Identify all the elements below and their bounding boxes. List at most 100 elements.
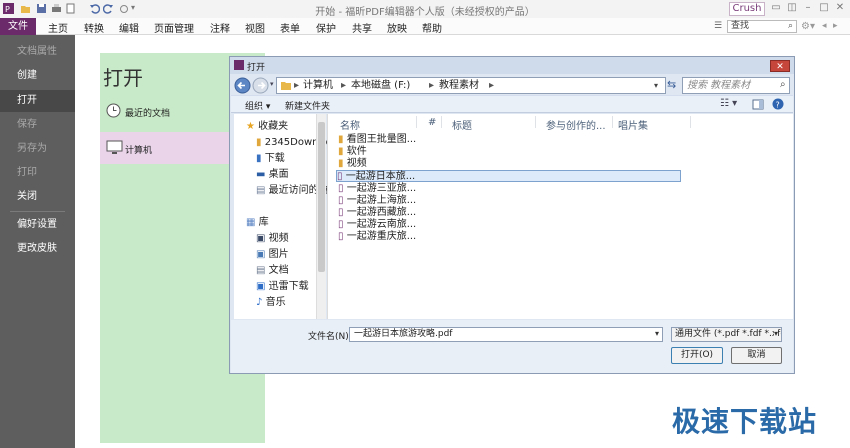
list-item[interactable]: ▯ 一起游三亚旅...	[338, 183, 416, 195]
menu-overflow-icon[interactable]: ☰	[714, 21, 722, 31]
scrollbar-thumb[interactable]	[318, 122, 325, 272]
sidebar-item-create[interactable]: 创建	[0, 65, 75, 87]
column-contributors[interactable]: 参与创作的...	[546, 117, 606, 132]
column-divider[interactable]	[535, 116, 536, 128]
menu-share[interactable]: 共享	[352, 20, 372, 35]
menu-help[interactable]: 帮助	[422, 20, 442, 35]
settings-gear-icon[interactable]: ⚙▾	[801, 21, 815, 32]
column-divider[interactable]	[441, 116, 442, 128]
breadcrumb-separator-icon[interactable]: ▸	[294, 78, 299, 93]
prev-icon[interactable]: ◂	[822, 21, 827, 31]
breadcrumb-folder[interactable]: 教程素材	[439, 78, 479, 93]
filetype-dropdown-icon[interactable]: ▾	[774, 329, 779, 338]
minimize-icon[interactable]: –	[802, 2, 814, 14]
organize-button[interactable]: 组织 ▾	[245, 99, 270, 112]
menu-file[interactable]: 文件	[0, 18, 36, 35]
dialog-title: 打开	[247, 63, 266, 73]
open-button[interactable]: 打开(O)	[671, 347, 723, 364]
sidebar-item-save[interactable]: 保存	[0, 114, 75, 136]
pdf-file-icon: ▯	[337, 171, 343, 182]
nav-item-documents[interactable]: ▤ 文档	[256, 264, 289, 278]
forward-icon[interactable]	[252, 77, 269, 94]
list-item-selected[interactable]: ▯ 一起游日本旅...	[336, 170, 681, 182]
dialog-close-button[interactable]: ✕	[770, 60, 790, 72]
breadcrumb-drive[interactable]: 本地磁盘 (F:)	[351, 78, 410, 93]
column-divider[interactable]	[690, 116, 691, 128]
nav-item-desktop[interactable]: ▬ 桌面	[256, 168, 289, 182]
sidebar-item-open[interactable]: 打开	[0, 90, 75, 112]
dialog-search-icon[interactable]: ⌕	[780, 79, 786, 90]
menu-home[interactable]: 主页	[48, 20, 68, 35]
sidebar-item-properties[interactable]: 文档属性	[0, 41, 75, 63]
libraries-header[interactable]: ▦ 库	[246, 216, 269, 230]
list-item[interactable]: ▮ 软件	[338, 146, 367, 158]
user-badge[interactable]: Crush	[729, 2, 765, 16]
list-item[interactable]: ▯ 一起游重庆旅...	[338, 231, 416, 243]
refresh-icon[interactable]: ⇆	[667, 78, 676, 91]
cancel-button[interactable]: 取消	[731, 347, 782, 364]
menu-form[interactable]: 表单	[280, 20, 300, 35]
sidebar-item-save-as[interactable]: 另存为	[0, 138, 75, 160]
list-item[interactable]: ▮ 视频	[338, 158, 367, 170]
new-folder-button[interactable]: 新建文件夹	[285, 99, 330, 112]
list-item[interactable]: ▯ 一起游西藏旅...	[338, 207, 416, 219]
address-field[interactable]: ▸ 计算机 ▸ 本地磁盘 (F:) ▸ 教程素材 ▸ ▾	[276, 77, 666, 94]
filetype-select[interactable]: 通用文件 (*.pdf *.fdf *.xfdf *.x	[671, 327, 782, 342]
file-name: 一起游三亚旅...	[346, 183, 417, 194]
search-icon[interactable]: ⌕	[788, 21, 793, 31]
sidebar-item-change-skin[interactable]: 更改皮肤	[0, 238, 75, 260]
nav-item-music[interactable]: ♪ 音乐	[256, 296, 286, 310]
list-item[interactable]: ▯ 一起游云南旅...	[338, 219, 416, 231]
next-icon[interactable]: ▸	[833, 21, 838, 31]
file-name: 一起游西藏旅...	[346, 207, 417, 218]
file-name: 软件	[346, 146, 367, 157]
help-icon[interactable]: ?	[772, 98, 784, 110]
menu-convert[interactable]: 转换	[84, 20, 104, 35]
column-number[interactable]: #	[428, 117, 436, 128]
menu-edit[interactable]: 编辑	[119, 20, 139, 35]
close-icon[interactable]: ✕	[834, 2, 846, 14]
ribbon-toggle-icon[interactable]: ▭	[770, 2, 782, 14]
search-input[interactable]: 查找	[727, 20, 797, 33]
breadcrumb-separator-icon[interactable]: ▸	[429, 78, 434, 93]
breadcrumb-computer[interactable]: 计算机	[303, 78, 333, 93]
filename-dropdown-icon[interactable]: ▾	[655, 329, 659, 338]
history-dropdown-icon[interactable]: ▾	[270, 80, 274, 88]
sidebar-item-close[interactable]: 关闭	[0, 186, 75, 208]
nav-item-videos[interactable]: ▣ 视频	[256, 232, 289, 246]
column-divider[interactable]	[612, 116, 613, 128]
column-divider[interactable]	[416, 116, 417, 128]
list-item[interactable]: ▮ 看图王批量图...	[338, 134, 416, 146]
back-icon[interactable]	[234, 77, 251, 94]
folder-icon: ▮	[338, 158, 344, 169]
menu-comment[interactable]: 注释	[210, 20, 230, 35]
list-item[interactable]: ▯ 一起游上海旅...	[338, 195, 416, 207]
favorites-header[interactable]: ★ 收藏夹	[246, 120, 288, 134]
menu-protect[interactable]: 保护	[316, 20, 336, 35]
column-name[interactable]: 名称	[340, 117, 360, 132]
nav-item-thunder-downloads[interactable]: ▣ 迅雷下载	[256, 280, 309, 294]
nav-item-downloads[interactable]: ▮ 下载	[256, 152, 285, 166]
menu-slideshow[interactable]: 放映	[387, 20, 407, 35]
view-options-icon[interactable]: ☷ ▾	[720, 98, 737, 109]
breadcrumb-separator-icon[interactable]: ▸	[341, 78, 346, 93]
sidebar-item-preferences[interactable]: 偏好设置	[0, 214, 75, 236]
navigation-scrollbar[interactable]	[316, 114, 326, 319]
maximize-icon[interactable]: □	[818, 2, 830, 14]
restore-icon[interactable]: ◫	[786, 2, 798, 14]
column-title[interactable]: 标题	[452, 117, 472, 132]
filename-input[interactable]: 一起游日本旅游攻略.pdf	[349, 327, 663, 342]
column-album[interactable]: 唱片集	[618, 117, 648, 132]
breadcrumb-separator-icon[interactable]: ▸	[489, 78, 494, 93]
preview-pane-icon[interactable]	[752, 99, 764, 110]
title-bar: P ▾ 开始 - 福昕PDF编辑器个人版（未经授权的产品） Crush ▭ ◫ …	[0, 0, 850, 18]
dialog-search-input[interactable]: 搜索 教程素材	[682, 77, 790, 94]
sidebar-item-print[interactable]: 打印	[0, 162, 75, 184]
nav-label: 图片	[268, 249, 289, 260]
address-dropdown-icon[interactable]: ▾	[654, 78, 658, 93]
pdf-file-icon: ▯	[338, 195, 344, 206]
menu-view[interactable]: 视图	[245, 20, 265, 35]
nav-item-pictures[interactable]: ▣ 图片	[256, 248, 289, 262]
menu-page-management[interactable]: 页面管理	[154, 20, 194, 35]
folder-icon: ▮	[338, 146, 344, 157]
